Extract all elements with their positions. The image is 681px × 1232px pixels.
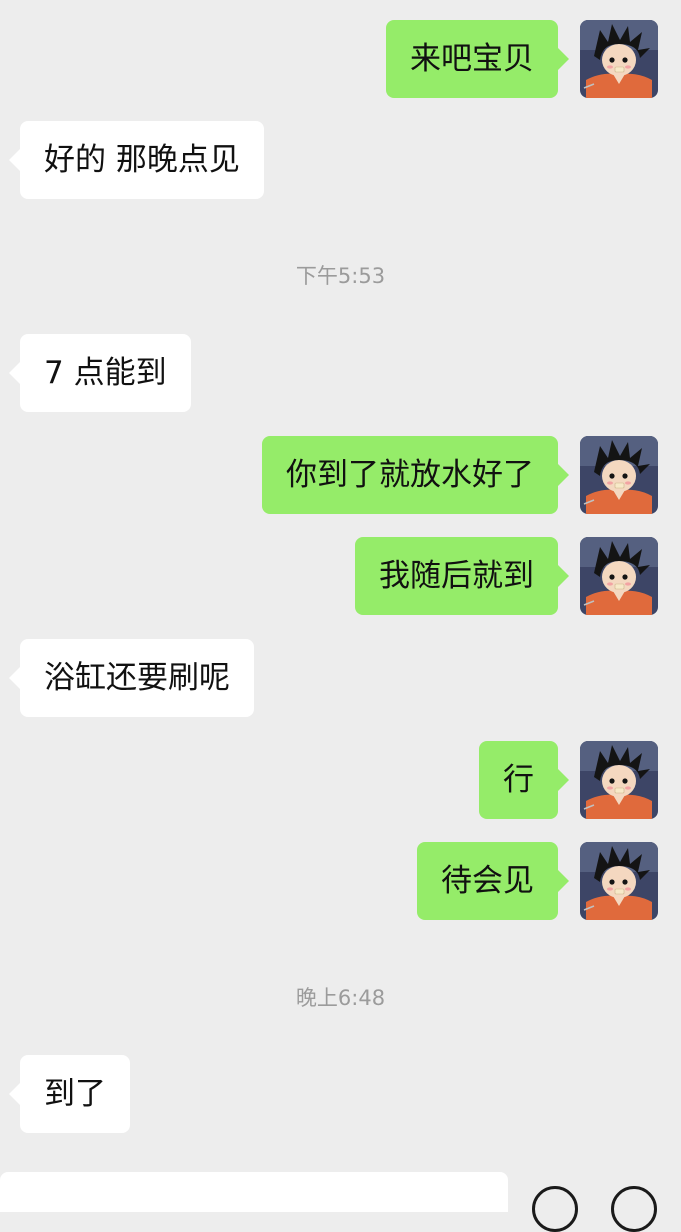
voice-emoji-icon[interactable] — [532, 1186, 578, 1232]
timestamp: 晚上6:48 — [295, 986, 386, 1010]
cartoon-boy-avatar-icon[interactable] — [580, 436, 658, 514]
message-bubble-outgoing[interactable]: 来吧宝贝 — [386, 20, 569, 98]
timestamp: 下午5:53 — [295, 264, 386, 288]
message-input[interactable] — [0, 1172, 508, 1212]
message-bubble-incoming[interactable]: 到了 — [9, 1055, 130, 1133]
message-bubble-incoming[interactable]: 浴缸还要刷呢 — [9, 639, 254, 717]
message-bubble-incoming[interactable]: 好的 那晚点见 — [9, 121, 264, 199]
message-bubble-outgoing[interactable]: 我随后就到 — [355, 537, 569, 615]
cartoon-boy-avatar-icon[interactable] — [580, 537, 658, 615]
add-more-icon[interactable] — [611, 1186, 657, 1232]
message-bubble-outgoing[interactable]: 待会见 — [417, 842, 569, 920]
message-bubble-outgoing[interactable]: 你到了就放水好了 — [262, 436, 569, 514]
cartoon-boy-avatar-icon[interactable] — [580, 20, 658, 98]
message-bubble-outgoing[interactable]: 行 — [479, 741, 569, 819]
cartoon-boy-avatar-icon[interactable] — [580, 842, 658, 920]
cartoon-boy-avatar-icon[interactable] — [580, 741, 658, 819]
message-bubble-incoming[interactable]: 7 点能到 — [9, 334, 191, 412]
input-bar — [0, 1160, 681, 1232]
